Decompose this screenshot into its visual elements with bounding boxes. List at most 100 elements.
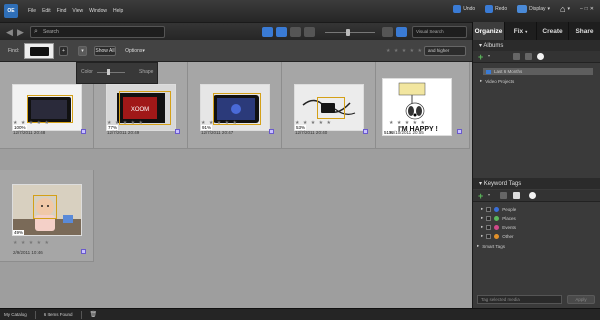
- menu-view[interactable]: View: [72, 8, 83, 14]
- media-item[interactable]: 53% ★ ★ ★ ★ ★ 12/7/2011 20:40: [282, 62, 376, 149]
- apply-button[interactable]: Apply: [567, 295, 595, 304]
- slider-thumb[interactable]: [346, 29, 350, 36]
- divider: [34, 310, 36, 319]
- tag-selected-media-input[interactable]: Tag selected media: [477, 295, 562, 304]
- tab-fix-label: Fix: [513, 27, 524, 35]
- albums-toolbar: + ▾: [473, 51, 600, 63]
- rotate-right-icon[interactable]: [276, 27, 287, 37]
- media-item[interactable]: 91% ★ ★ ★ ★ ★ 12/7/2011 20:47: [188, 62, 282, 149]
- keyword-checkbox[interactable]: [486, 206, 492, 212]
- rating-qualifier-select[interactable]: and higher: [424, 46, 466, 56]
- keyword-events[interactable]: ▸ Events: [481, 224, 516, 230]
- visual-search-dropdown[interactable]: Visual Search: [412, 26, 467, 38]
- search-input[interactable]: ⌕ Search: [30, 26, 165, 38]
- smart-tags-label: Smart Tags: [482, 243, 505, 249]
- close-icon[interactable]: ✕: [590, 6, 594, 12]
- color-shape-slider[interactable]: [97, 72, 125, 73]
- keyword-places[interactable]: ▸ Places: [481, 215, 516, 221]
- forward-arrow-icon[interactable]: ▶: [17, 27, 27, 37]
- tab-organize-label: Organize: [474, 27, 503, 35]
- rating-stars[interactable]: ★ ★ ★ ★ ★: [13, 120, 50, 126]
- face-box: [317, 97, 345, 119]
- delete-album-icon[interactable]: [525, 53, 532, 60]
- menu-help[interactable]: Help: [113, 8, 123, 14]
- single-view-icon[interactable]: [304, 27, 315, 37]
- media-item[interactable]: I'M HAPPY ! 51% ★ ★ ★ ★ ★ 20/10/2011 20:…: [376, 62, 470, 149]
- show-all-button[interactable]: Show All: [94, 46, 116, 56]
- home-icon: ⌂: [560, 4, 566, 14]
- maximize-icon[interactable]: □: [585, 6, 588, 12]
- media-item[interactable]: 49% ★ ★ ★ ★ ★ 2/9/2011 10:46: [0, 170, 94, 262]
- search-placeholder: Search: [43, 29, 59, 35]
- find-label: Find:: [8, 48, 20, 54]
- display-button[interactable]: Display ▾: [517, 5, 550, 13]
- app-logo: OE: [4, 4, 18, 18]
- minimize-icon[interactable]: –: [580, 6, 583, 12]
- keyword-checkbox[interactable]: [486, 224, 492, 230]
- home-button[interactable]: ⌂ ▾: [560, 4, 570, 14]
- keyword-people[interactable]: ▸ People: [481, 206, 516, 212]
- rating-filter[interactable]: ★ ★ ★ ★ ★: [386, 48, 423, 54]
- media-date: 20/10/2011 20:55: [389, 130, 424, 135]
- panel-tabs: Organize Fix ▾ Create Share: [472, 22, 600, 40]
- keyword-checkbox[interactable]: [486, 215, 492, 221]
- menu-window[interactable]: Window: [89, 8, 107, 14]
- keyword-label: Events: [502, 224, 517, 230]
- expand-arrow-icon: ▸: [481, 206, 484, 211]
- add-find-button[interactable]: +: [59, 46, 68, 56]
- filter-toggle-button[interactable]: ▾: [78, 46, 87, 56]
- rating-stars[interactable]: ★ ★ ★ ★ ★: [201, 120, 238, 126]
- menubar: OE File Edit Find View Window Help Undo …: [0, 0, 600, 22]
- menu-edit[interactable]: Edit: [42, 8, 51, 14]
- keyword-label: People: [502, 206, 517, 212]
- media-date: 12/7/2011 20:49: [107, 130, 140, 135]
- expand-arrow-icon: ▸: [480, 78, 483, 83]
- expand-arrow-icon: ▸: [477, 243, 480, 248]
- lightbulb-icon[interactable]: [537, 53, 544, 60]
- rotate-left-icon[interactable]: [262, 27, 273, 37]
- add-album-icon[interactable]: +: [478, 53, 486, 62]
- lightbulb-icon[interactable]: [529, 192, 536, 199]
- grid-view-icon[interactable]: [290, 27, 301, 37]
- catalog-name[interactable]: My Catalog: [4, 312, 27, 317]
- albums-header[interactable]: ▾ Albums: [473, 40, 600, 51]
- import-keyword-icon[interactable]: [513, 192, 520, 199]
- color-shape-slider-thumb[interactable]: [107, 69, 110, 75]
- album-video-projects[interactable]: ▸ Video Projects: [480, 78, 514, 84]
- media-date: 2/9/2011 10:46: [13, 250, 43, 255]
- tag-icon: [175, 129, 180, 134]
- rating-stars[interactable]: ★ ★ ★ ★ ★: [389, 120, 426, 126]
- menu-file[interactable]: File: [28, 8, 36, 14]
- options-menu[interactable]: Options ▾: [121, 46, 149, 56]
- edit-keyword-icon[interactable]: [500, 192, 507, 199]
- undo-button[interactable]: Undo: [453, 5, 475, 13]
- keyword-other[interactable]: ▸ Other: [481, 233, 514, 239]
- menu-items: File Edit Find View Window Help: [28, 8, 123, 14]
- smart-tags[interactable]: ▸ Smart Tags: [477, 243, 505, 249]
- thumbnail-size-slider[interactable]: [325, 32, 375, 33]
- status-bar: My Catalog 6 Items Found 🗑: [0, 308, 600, 320]
- chevron-down-icon[interactable]: ▾: [488, 53, 493, 60]
- media-date: 12/7/2011 20:40: [295, 130, 328, 135]
- redo-button[interactable]: Redo: [485, 5, 507, 13]
- expand-arrow-icon: ▸: [481, 224, 484, 229]
- keyword-checkbox[interactable]: [486, 233, 492, 239]
- menu-find[interactable]: Find: [57, 8, 67, 14]
- fullscreen-icon[interactable]: [396, 27, 407, 37]
- rating-stars[interactable]: ★ ★ ★ ★ ★: [295, 120, 332, 126]
- tab-fix[interactable]: Fix ▾: [504, 22, 536, 40]
- chevron-down-icon[interactable]: ▾: [488, 192, 493, 199]
- tab-share[interactable]: Share: [568, 22, 600, 40]
- keyword-tags-header[interactable]: ▾ Keyword Tags: [473, 178, 600, 189]
- trash-icon[interactable]: 🗑: [90, 311, 98, 318]
- large-view-icon[interactable]: [382, 27, 393, 37]
- rating-stars[interactable]: ★ ★ ★ ★ ★: [13, 240, 50, 246]
- edit-album-icon[interactable]: [513, 53, 520, 60]
- add-keyword-icon[interactable]: +: [478, 192, 486, 201]
- tab-create[interactable]: Create: [536, 22, 568, 40]
- find-thumbnail[interactable]: [24, 43, 54, 59]
- back-arrow-icon[interactable]: ◀: [6, 27, 16, 37]
- album-last-6-months[interactable]: Last 6 Months: [483, 68, 593, 75]
- rating-stars[interactable]: ★ ★ ★ ★ ★: [107, 120, 144, 126]
- tab-organize[interactable]: Organize: [472, 22, 504, 40]
